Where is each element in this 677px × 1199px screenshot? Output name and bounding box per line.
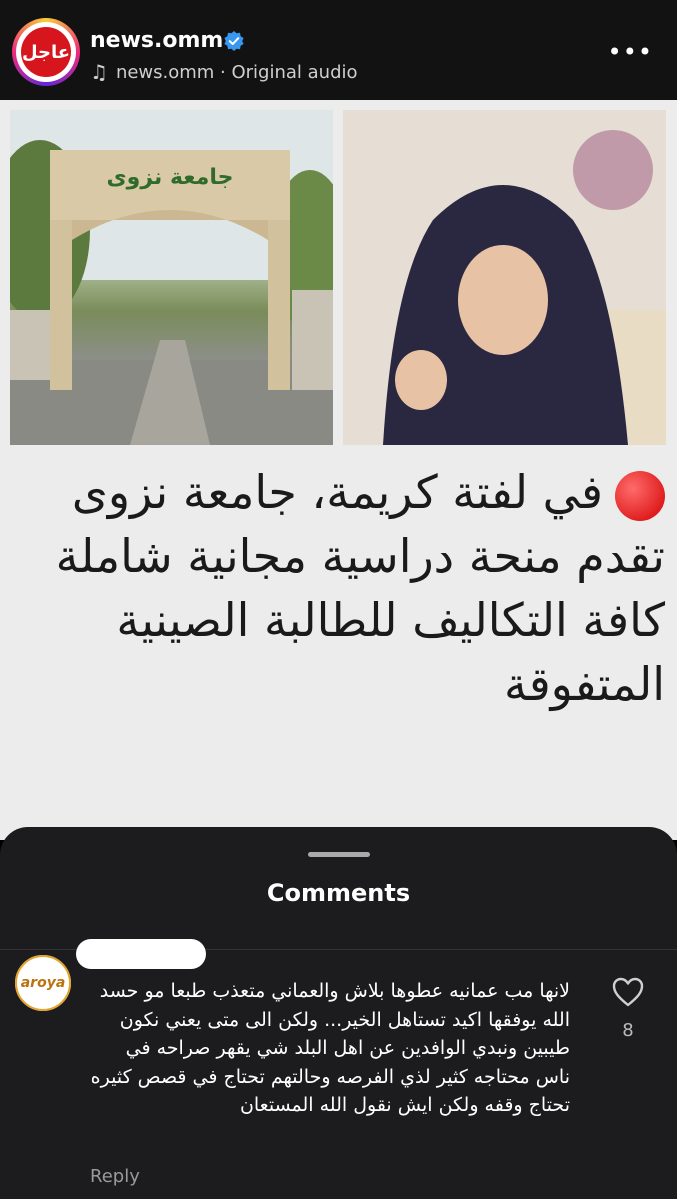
reply-button[interactable]: Reply: [90, 1166, 140, 1187]
heart-icon[interactable]: [612, 977, 644, 1007]
avatar-logo-text: عاجل: [21, 27, 71, 77]
commenter-avatar[interactable]: aroya: [12, 952, 74, 1014]
comments-title: Comments: [266, 879, 411, 907]
post-caption-overlay: في لفتة كريمة، جامعة نزوى تقدم منحة دراس…: [20, 460, 665, 716]
post-image[interactable]: جامعة نزوى في لفتة كريمة، جامعة نزوى تقد…: [0, 100, 677, 840]
redacted-username: [76, 939, 206, 969]
comment-text: لانها مب عمانيه عطوها بلاش والعماني متعذ…: [90, 980, 570, 1116]
student-photo: [343, 110, 666, 445]
audio-label: news.omm · Original audio: [115, 61, 358, 83]
drag-handle[interactable]: [308, 852, 370, 857]
more-options-icon[interactable]: •••: [608, 40, 653, 64]
comments-sheet: Comments aroya لانها مب عمانيه عطوها بلا…: [0, 827, 677, 1199]
like-count: 8: [622, 1020, 634, 1041]
commenter-avatar-logo: aroya: [15, 955, 71, 1011]
red-circle-icon: [615, 470, 665, 521]
audio-attribution[interactable]: ♫ news.omm · Original audio: [90, 60, 358, 84]
profile-avatar[interactable]: عاجل: [12, 18, 80, 86]
gate-sign-text: جامعة نزوى: [106, 165, 234, 190]
post-headline: في لفتة كريمة، جامعة نزوى تقدم منحة دراس…: [55, 465, 665, 711]
post-header: عاجل news.omm ♫ news.omm · Original audi…: [0, 0, 677, 100]
music-note-icon: ♫: [90, 60, 108, 84]
verified-badge-icon: [224, 31, 244, 51]
username[interactable]: news.omm: [90, 28, 223, 53]
university-gate-photo: جامعة نزوى: [10, 110, 333, 445]
